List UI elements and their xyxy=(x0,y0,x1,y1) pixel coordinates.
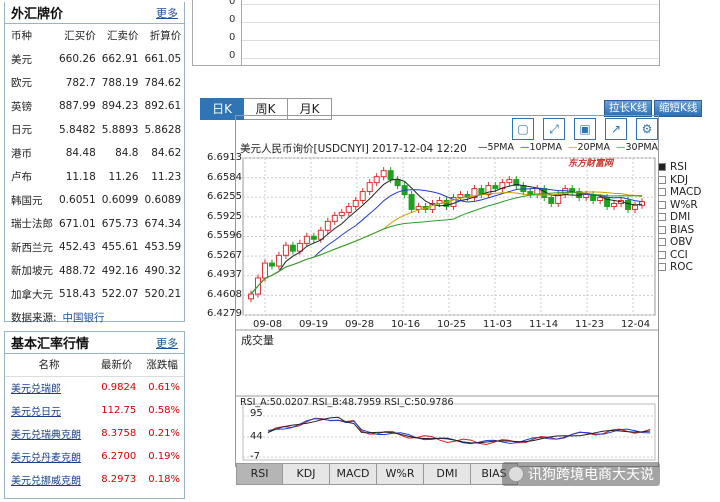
tab-rsi[interactable]: RSI xyxy=(236,463,283,485)
indicator-name: OBV xyxy=(670,236,693,249)
candle xyxy=(338,211,345,216)
indicator-checkbox[interactable] xyxy=(658,263,666,272)
rsi-line xyxy=(267,417,651,445)
candle xyxy=(310,235,317,240)
indicator-option[interactable]: RSI xyxy=(658,161,701,174)
rsi-y-tick: 95 xyxy=(250,408,263,419)
candle xyxy=(289,244,296,252)
rsi-line xyxy=(267,416,651,444)
candle xyxy=(282,244,289,256)
indicator-name: MACD xyxy=(670,186,702,199)
indicator-option[interactable]: MACD xyxy=(658,186,701,199)
candle xyxy=(457,194,464,199)
candle xyxy=(303,235,310,244)
candle xyxy=(625,199,632,210)
candle xyxy=(632,204,639,210)
kline-chart[interactable] xyxy=(0,0,720,502)
candle xyxy=(359,191,366,201)
rsi-y-tick: -7 xyxy=(250,451,260,462)
candle xyxy=(366,182,373,193)
indicator-option[interactable]: ROC xyxy=(658,261,701,274)
candle xyxy=(345,205,352,213)
indicator-checkbox[interactable] xyxy=(658,188,666,197)
tab-kdj[interactable]: KDJ xyxy=(283,463,330,485)
candle xyxy=(275,254,282,267)
indicator-option[interactable]: CCI xyxy=(658,249,701,262)
rsi-y-tick: 44 xyxy=(250,431,263,442)
indicator-tabs: RSI KDJ MACD W%R DMI BIAS xyxy=(236,463,518,485)
watermark: 讯狗跨境电商大天说 xyxy=(502,462,660,486)
indicator-checkbox[interactable] xyxy=(658,225,666,234)
candle xyxy=(261,262,268,279)
indicator-name: W%R xyxy=(670,198,698,211)
candle xyxy=(296,242,303,252)
indicator-checkbox[interactable] xyxy=(658,250,666,259)
indicator-name: BIAS xyxy=(670,223,695,236)
tab-macd[interactable]: MACD xyxy=(330,463,377,485)
tab-dmi[interactable]: DMI xyxy=(424,463,471,485)
indicator-option[interactable]: KDJ xyxy=(658,174,701,187)
rsi-legend: RSI_A:50.0207 RSI_B:48.7959 RSI_C:50.978… xyxy=(240,397,454,408)
indicator-name: ROC xyxy=(670,261,693,274)
rsi-frame xyxy=(242,403,656,461)
candle xyxy=(597,197,604,201)
indicator-checkbox[interactable] xyxy=(658,175,666,184)
candle xyxy=(408,194,415,210)
indicator-option[interactable]: OBV xyxy=(658,236,701,249)
indicator-name: RSI xyxy=(670,161,688,174)
candle xyxy=(583,194,590,199)
tab-wr[interactable]: W%R xyxy=(377,463,424,485)
indicator-name: KDJ xyxy=(670,173,689,186)
candle xyxy=(324,220,331,231)
candle xyxy=(394,179,401,187)
candle xyxy=(548,197,555,204)
indicator-option[interactable]: BIAS xyxy=(658,224,701,237)
candle xyxy=(611,202,618,207)
wechat-icon xyxy=(508,466,524,482)
indicator-option[interactable]: W%R xyxy=(658,199,701,212)
candle xyxy=(506,179,513,184)
volume-label: 成交量 xyxy=(241,334,274,347)
candle xyxy=(380,170,387,178)
candle xyxy=(317,229,324,240)
indicator-name: CCI xyxy=(670,248,688,261)
candle xyxy=(387,170,394,181)
candle xyxy=(373,176,380,184)
indicator-checkbox[interactable] xyxy=(658,200,666,209)
indicator-list: RSI KDJ MACD W%R DMI BIAS OBV CCI ROC xyxy=(658,161,701,274)
candle xyxy=(352,199,359,207)
candle xyxy=(248,293,254,300)
indicator-checkbox[interactable] xyxy=(658,213,666,222)
candle xyxy=(492,185,499,190)
candle xyxy=(331,214,338,222)
candle xyxy=(527,191,534,196)
indicator-option[interactable]: DMI xyxy=(658,211,701,224)
indicator-checkbox[interactable] xyxy=(658,238,666,247)
indicator-name: DMI xyxy=(670,211,691,224)
candle xyxy=(268,262,275,267)
indicator-checkbox[interactable] xyxy=(658,163,666,172)
